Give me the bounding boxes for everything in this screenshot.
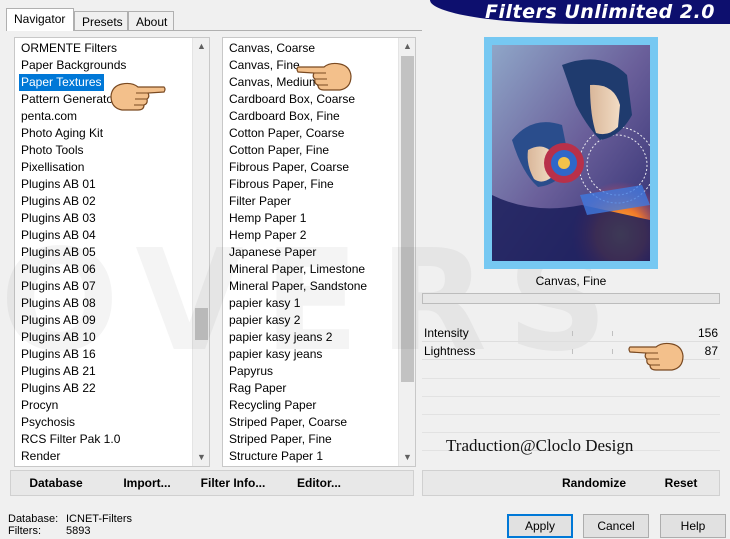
reset-button[interactable]: Reset: [655, 471, 707, 495]
category-list-item[interactable]: Plugins AB 06: [19, 261, 98, 278]
filter-list-item[interactable]: Canvas, Fine: [227, 57, 302, 74]
category-list-item[interactable]: Pixellisation: [19, 159, 86, 176]
param-slot-divider: [422, 432, 720, 433]
tab-presets[interactable]: Presets: [74, 11, 128, 30]
category-list-item[interactable]: Plugins AB 07: [19, 278, 98, 295]
category-list-item[interactable]: Plugins AB 16: [19, 346, 98, 363]
category-list-item[interactable]: Procyn: [19, 397, 60, 414]
param-slot-divider: [422, 396, 720, 397]
category-list-item[interactable]: Plugins AB 01: [19, 176, 98, 193]
filter-list[interactable]: Canvas, Coarse Canvas, Fine Canvas, Medium…: [222, 37, 416, 467]
category-list-item[interactable]: Render: [19, 448, 62, 465]
filter-list-item[interactable]: Mineral Paper, Limestone: [227, 261, 367, 278]
filter-list-item[interactable]: Fibrous Paper, Fine: [227, 176, 336, 193]
filter-list-item[interactable]: papier kasy 1: [227, 295, 302, 312]
category-scrollbar[interactable]: ▲ ▼: [192, 38, 209, 466]
param-value: 87: [704, 344, 718, 358]
filter-list-item[interactable]: Striped Paper, Coarse: [227, 414, 349, 431]
pointing-hand-icon: [110, 82, 166, 111]
category-list-item[interactable]: Plugins AB 09: [19, 312, 98, 329]
category-list-item[interactable]: Paper Backgrounds: [19, 57, 128, 74]
database-button[interactable]: Database: [21, 471, 91, 495]
param-label: Intensity: [424, 326, 469, 340]
filter-list-item[interactable]: Structure Paper 1: [227, 448, 325, 465]
editor-button[interactable]: Editor...: [291, 471, 347, 495]
param-label: Lightness: [424, 344, 476, 358]
slider-tick: [612, 349, 613, 354]
filter-list-item[interactable]: Japanese Paper: [227, 244, 318, 261]
pointing-hand-icon: [296, 62, 352, 91]
filter-list-item[interactable]: papier kasy 2: [227, 312, 302, 329]
scroll-up-icon[interactable]: ▲: [193, 38, 209, 55]
tab-about[interactable]: About: [128, 11, 174, 30]
category-list-item[interactable]: Plugins AB 08: [19, 295, 98, 312]
scroll-down-icon[interactable]: ▼: [193, 449, 209, 466]
filter-list-item[interactable]: Cotton Paper, Fine: [227, 142, 331, 159]
navigator-button-strip: Database Import... Filter Info... Editor…: [10, 470, 414, 496]
category-list-item[interactable]: Plugins AB 05: [19, 244, 98, 261]
credit-text: Traduction@Cloclo Design: [446, 436, 634, 455]
randomize-button[interactable]: Randomize: [559, 471, 629, 495]
filter-list-item[interactable]: Fibrous Paper, Coarse: [227, 159, 351, 176]
current-filter-name: Canvas, Fine: [535, 274, 607, 288]
scroll-up-icon[interactable]: ▲: [399, 38, 415, 55]
param-slot-divider: [422, 378, 720, 379]
filter-scrollbar[interactable]: ▲ ▼: [398, 38, 415, 466]
pointing-hand-icon: [628, 342, 684, 371]
category-list-item[interactable]: Photo Aging Kit: [19, 125, 105, 142]
help-button[interactable]: Help: [660, 514, 726, 538]
filter-list-item[interactable]: Cotton Paper, Coarse: [227, 125, 346, 142]
filter-list-item[interactable]: Canvas, Coarse: [227, 40, 317, 57]
preview-image: [492, 45, 650, 261]
category-list-item[interactable]: Plugins AB 10: [19, 329, 98, 346]
progress-bar: [422, 293, 720, 304]
category-list-item[interactable]: Psychosis: [19, 414, 77, 431]
filter-list-item[interactable]: Cardboard Box, Fine: [227, 108, 342, 125]
filter-list-item[interactable]: Hemp Paper 1: [227, 210, 308, 227]
database-value: ICNET-Filters: [66, 513, 132, 525]
scroll-thumb[interactable]: [401, 56, 414, 382]
filter-info-button[interactable]: Filter Info...: [195, 471, 271, 495]
filters-count: 5893: [66, 525, 91, 537]
import-button[interactable]: Import...: [115, 471, 179, 495]
category-list-item[interactable]: Paper Textures: [19, 74, 104, 91]
param-slot-divider: [422, 414, 720, 415]
filter-list-item[interactable]: Mineral Paper, Sandstone: [227, 278, 369, 295]
slider-tick: [612, 331, 613, 336]
category-list-item[interactable]: Plugins AB 21: [19, 363, 98, 380]
slider-tick: [572, 331, 573, 336]
filter-list-item[interactable]: Rag Paper: [227, 380, 288, 397]
category-list-item[interactable]: Photo Tools: [19, 142, 86, 159]
category-list-item[interactable]: Plugins AB 02: [19, 193, 98, 210]
filter-list-item[interactable]: Filter Paper: [227, 193, 293, 210]
param-value: 156: [697, 326, 718, 340]
parameter-button-strip: Randomize Reset: [422, 470, 720, 496]
cancel-button[interactable]: Cancel: [583, 514, 649, 538]
filter-list-item[interactable]: Papyrus: [227, 363, 275, 380]
category-list-item[interactable]: Plugins AB 03: [19, 210, 98, 227]
filter-list-item[interactable]: Striped Paper, Fine: [227, 431, 334, 448]
category-list-item[interactable]: Plugins AB 22: [19, 380, 98, 397]
slider-tick: [572, 349, 573, 354]
filter-list-item[interactable]: Recycling Paper: [227, 397, 318, 414]
database-label: Database:: [8, 513, 59, 525]
category-list-item[interactable]: penta.com: [19, 108, 79, 125]
filter-list-item[interactable]: papier kasy jeans 2: [227, 329, 334, 346]
category-list-item[interactable]: ORMENTE Filters: [19, 40, 119, 57]
scroll-thumb[interactable]: [195, 308, 208, 340]
tab-navigator[interactable]: Navigator: [6, 8, 74, 31]
category-list-item[interactable]: RCS Filter Pak 1.0: [19, 431, 122, 448]
scroll-down-icon[interactable]: ▼: [399, 449, 415, 466]
filter-list-item[interactable]: papier kasy jeans: [227, 346, 324, 363]
category-list-item[interactable]: Plugins AB 04: [19, 227, 98, 244]
apply-button[interactable]: Apply: [507, 514, 573, 538]
filter-list-item[interactable]: Hemp Paper 2: [227, 227, 308, 244]
app-title: Filters Unlimited 2.0: [485, 1, 715, 23]
filters-label: Filters:: [8, 525, 41, 537]
